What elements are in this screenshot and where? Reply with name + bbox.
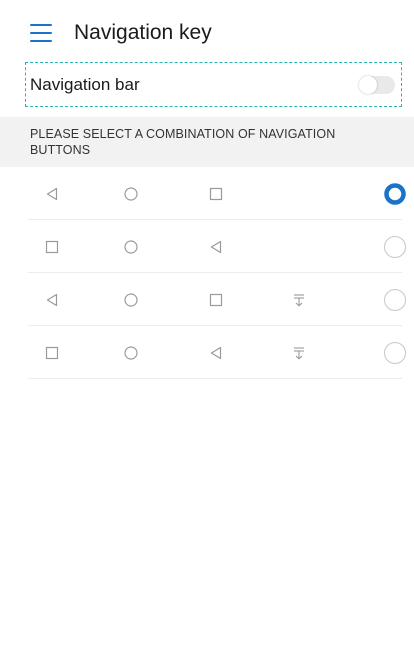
recents-icon (201, 167, 231, 220)
section-header: PLEASE SELECT A COMBINATION OF NAVIGATIO… (0, 117, 414, 167)
combination-row-1[interactable] (0, 167, 414, 220)
recents-icon (201, 273, 231, 326)
radio-button-selected[interactable] (383, 182, 407, 206)
top-bar: Navigation key (0, 0, 414, 64)
home-icon (116, 273, 146, 326)
back-icon (201, 220, 231, 273)
notification-pull-icon (284, 326, 314, 379)
recents-icon (37, 326, 67, 379)
section-title: PLEASE SELECT A COMBINATION OF NAVIGATIO… (30, 127, 336, 157)
recents-icon (37, 220, 67, 273)
home-icon (116, 167, 146, 220)
navigation-bar-label: Navigation bar (30, 75, 140, 94)
radio-button[interactable] (383, 288, 407, 312)
navigation-bar-setting[interactable]: Navigation bar (25, 62, 402, 107)
back-icon (201, 326, 231, 379)
combination-row-3[interactable] (0, 273, 414, 326)
combination-row-2[interactable] (0, 220, 414, 273)
page-title: Navigation key (74, 21, 212, 44)
back-icon (37, 167, 67, 220)
menu-icon[interactable] (30, 24, 52, 42)
combination-row-4[interactable] (0, 326, 414, 379)
radio-button[interactable] (383, 235, 407, 259)
navigation-bar-toggle[interactable] (359, 76, 395, 94)
combination-list (0, 167, 414, 379)
home-icon (116, 220, 146, 273)
toggle-knob (359, 76, 377, 94)
back-icon (37, 273, 67, 326)
radio-button[interactable] (383, 341, 407, 365)
notification-pull-icon (284, 273, 314, 326)
home-icon (116, 326, 146, 379)
